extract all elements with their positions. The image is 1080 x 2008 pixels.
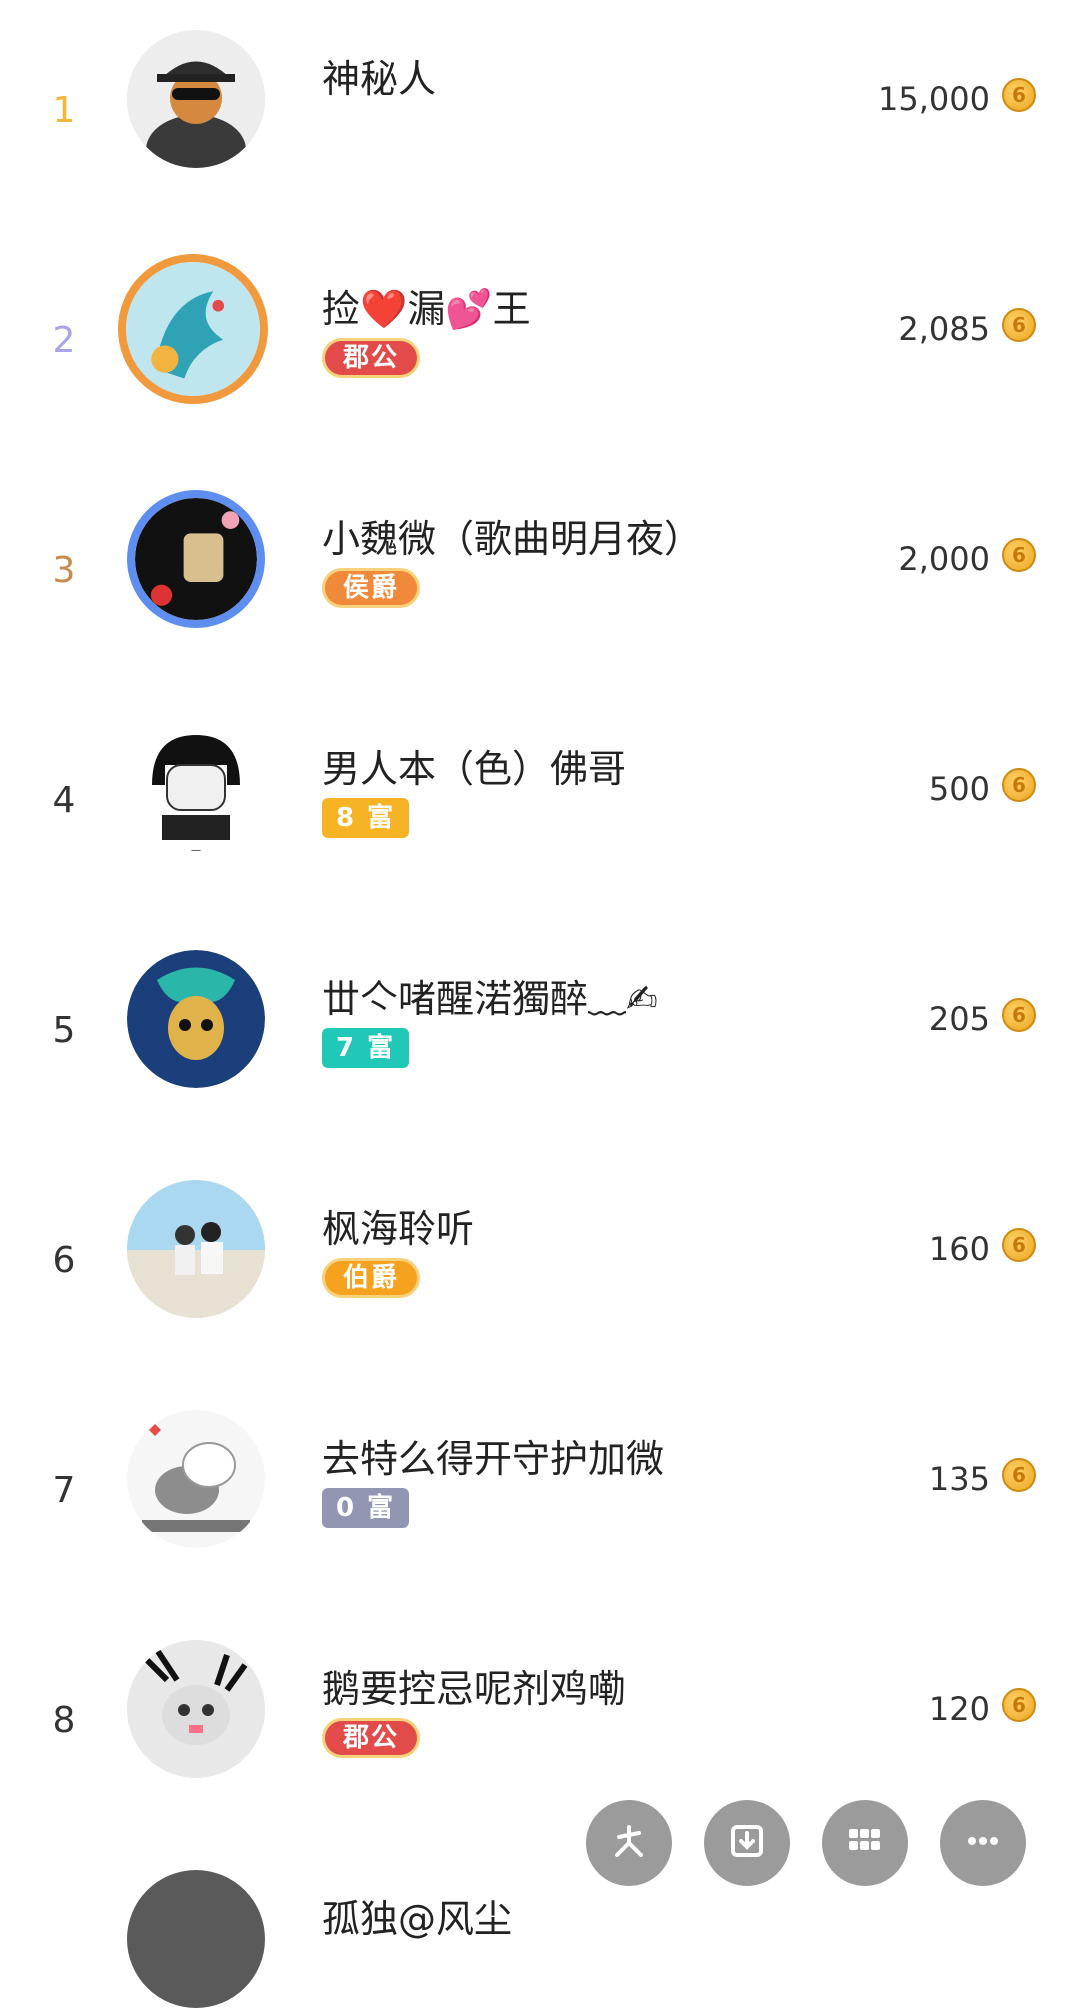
ranking-row[interactable]: 3 小魏微（歌曲明月夜） 侯爵 2,000 6 xyxy=(0,490,1080,720)
coin-icon: 6 xyxy=(1002,998,1036,1032)
score-value: 2,085 xyxy=(898,310,990,348)
score-value: 15,000 xyxy=(878,80,990,118)
score-value: 205 xyxy=(928,1000,990,1038)
user-name: 枫海聆听 xyxy=(322,1207,475,1251)
ranking-row[interactable]: 6 枫海聆听 伯爵 160 6 xyxy=(0,1180,1080,1410)
share-icon xyxy=(607,1819,651,1867)
kitten-avatar[interactable] xyxy=(127,1640,265,1778)
grid-button[interactable] xyxy=(822,1800,908,1886)
ranking-row[interactable]: 7 去特么得开守护加微 0 富 135 6 xyxy=(0,1410,1080,1640)
coin-icon: 6 xyxy=(1002,768,1036,802)
rank-number: 7 xyxy=(52,1470,76,1511)
rank-number: 5 xyxy=(52,1010,76,1051)
user-name: 去特么得开守护加微 xyxy=(322,1437,665,1481)
user-name: 孤独@风尘 xyxy=(322,1897,513,1941)
more-button[interactable] xyxy=(940,1800,1026,1886)
share-button[interactable] xyxy=(586,1800,672,1886)
dragon-avatar[interactable] xyxy=(118,254,268,404)
rank-number: 6 xyxy=(52,1240,76,1281)
coin-icon: 6 xyxy=(1002,1688,1036,1722)
skull-avatar[interactable] xyxy=(127,950,265,1088)
ranking-row[interactable]: 1 神秘人 15,000 6 xyxy=(0,30,1080,260)
rank-badge: 伯爵 xyxy=(322,1258,421,1298)
rank-number: 4 xyxy=(52,780,76,821)
ranking-row[interactable]: 4 — 男人本（色）佛哥 8 富 500 6 xyxy=(0,720,1080,950)
score-value: 500 xyxy=(928,770,990,808)
user-name: 鹅要控忌呢剂鸡嘞 xyxy=(322,1667,627,1711)
download-icon xyxy=(725,1819,769,1867)
score-value: 135 xyxy=(928,1460,990,1498)
wealth-badge: 7 富 xyxy=(322,1028,410,1068)
rank-number: 2 xyxy=(52,320,76,361)
wealth-badge: 0 富 xyxy=(322,1488,410,1528)
ranking-list: 1 神秘人 15,000 6 2 捡❤️漏💕王 郡公 2,085 6 3 小魏微… xyxy=(0,0,1080,2008)
ranking-row-partial[interactable]: 孤独@风尘 xyxy=(0,1870,1080,2008)
user-name: 神秘人 xyxy=(322,57,437,101)
score-value: 2,000 xyxy=(898,540,990,578)
partial-avatar[interactable] xyxy=(127,1870,265,2008)
spy-avatar[interactable] xyxy=(127,30,265,168)
ranking-row[interactable]: 8 鹅要控忌呢剂鸡嘞 郡公 120 6 xyxy=(0,1640,1080,1870)
coin-icon: 6 xyxy=(1002,78,1036,112)
coin-icon: 6 xyxy=(1002,1228,1036,1262)
rank-number: 3 xyxy=(52,550,76,591)
user-name: 男人本（色）佛哥 xyxy=(322,747,627,791)
cat-avatar[interactable] xyxy=(127,1410,265,1548)
rank-number: 8 xyxy=(52,1700,76,1741)
coin-icon: 6 xyxy=(1002,308,1036,342)
ranking-row[interactable]: 2 捡❤️漏💕王 郡公 2,085 6 xyxy=(0,254,1080,490)
rank-number: 1 xyxy=(52,90,76,131)
meme-avatar[interactable]: — xyxy=(127,720,265,858)
score-value: 120 xyxy=(928,1690,990,1728)
wealth-badge: 8 富 xyxy=(322,798,410,838)
rank-badge: 侯爵 xyxy=(322,568,421,608)
svg-text:—: — xyxy=(191,845,201,856)
more-icon xyxy=(961,1819,1005,1867)
couple-avatar[interactable] xyxy=(127,1180,265,1318)
ranking-row[interactable]: 5 丗亽啫醒渃獨醉﹏✍ 7 富 205 6 xyxy=(0,950,1080,1180)
user-name: 小魏微（歌曲明月夜） xyxy=(322,517,703,561)
grid-icon xyxy=(843,1819,887,1867)
score-value: 160 xyxy=(928,1230,990,1268)
coin-icon: 6 xyxy=(1002,538,1036,572)
coin-icon: 6 xyxy=(1002,1458,1036,1492)
rank-badge: 郡公 xyxy=(322,1718,421,1758)
download-button[interactable] xyxy=(704,1800,790,1886)
user-name: 丗亽啫醒渃獨醉﹏✍ xyxy=(322,977,658,1021)
girl-avatar[interactable] xyxy=(127,490,265,628)
rank-badge: 郡公 xyxy=(322,338,421,378)
user-name: 捡❤️漏💕王 xyxy=(322,287,531,331)
